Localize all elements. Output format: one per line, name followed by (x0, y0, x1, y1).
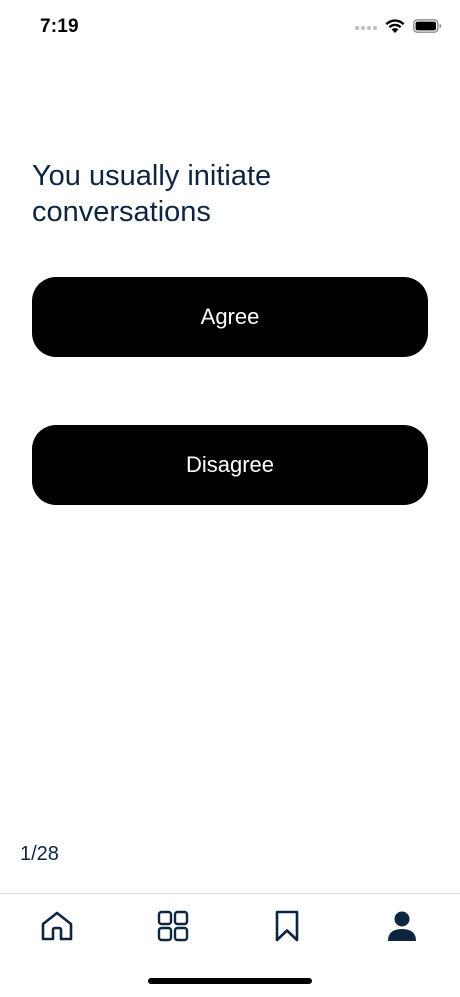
tab-profile[interactable] (382, 908, 422, 948)
status-bar: 7:19 (0, 0, 460, 56)
status-icons (355, 16, 442, 40)
grid-icon (157, 910, 189, 947)
home-icon (40, 910, 74, 947)
profile-icon (386, 910, 418, 947)
question-text: You usually initiate conversations (32, 160, 272, 228)
signal-dots-icon (355, 26, 377, 30)
status-time: 7:19 (40, 16, 79, 37)
disagree-button[interactable]: Disagree (32, 425, 428, 505)
agree-button-label: Agree (200, 304, 260, 329)
home-indicator (148, 978, 312, 984)
agree-button[interactable]: Agree (32, 277, 428, 357)
tab-bookmark[interactable] (267, 908, 307, 948)
bookmark-icon (274, 910, 300, 947)
battery-icon (413, 18, 442, 38)
question-progress: 1/28 (20, 843, 59, 865)
tab-home[interactable] (37, 908, 77, 948)
disagree-button-label: Disagree (185, 452, 275, 477)
tab-grid[interactable] (153, 908, 193, 948)
wifi-icon (385, 18, 405, 39)
